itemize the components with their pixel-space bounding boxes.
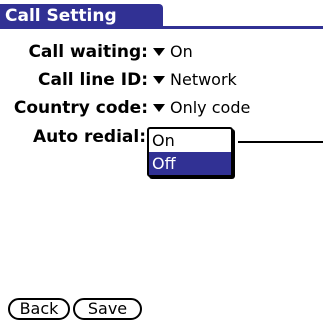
title-divider bbox=[0, 26, 323, 29]
call-waiting-value: On bbox=[170, 42, 193, 61]
country-code-label: Country code: bbox=[13, 98, 148, 118]
country-code-trigger[interactable]: Only code bbox=[153, 97, 250, 119]
setting-row-call-waiting: Call waiting: On bbox=[0, 41, 323, 63]
auto-redial-label: Auto redial: bbox=[33, 127, 146, 147]
call-line-id-trigger[interactable]: Network bbox=[153, 69, 237, 91]
call-line-id-value: Network bbox=[170, 70, 237, 89]
popup-option-on[interactable]: On bbox=[149, 129, 231, 152]
dropdown-arrow-icon bbox=[153, 104, 165, 112]
dropdown-arrow-icon bbox=[153, 76, 165, 84]
setting-row-country-code: Country code: Only code bbox=[0, 97, 323, 119]
popup-option-off[interactable]: Off bbox=[149, 152, 231, 175]
call-waiting-label: Call waiting: bbox=[28, 42, 148, 62]
call-setting-screen: Call Setting Call waiting: On Call line … bbox=[0, 0, 323, 322]
country-code-value: Only code bbox=[170, 98, 251, 117]
save-button[interactable]: Save bbox=[73, 298, 142, 320]
call-line-id-label: Call line ID: bbox=[38, 70, 148, 90]
call-waiting-trigger[interactable]: On bbox=[153, 41, 193, 63]
setting-row-call-line-id: Call line ID: Network bbox=[0, 69, 323, 91]
back-button[interactable]: Back bbox=[8, 298, 70, 320]
dropdown-arrow-icon bbox=[153, 48, 165, 56]
auto-redial-popup-list: On Off bbox=[147, 127, 233, 177]
leader-line bbox=[238, 141, 323, 143]
